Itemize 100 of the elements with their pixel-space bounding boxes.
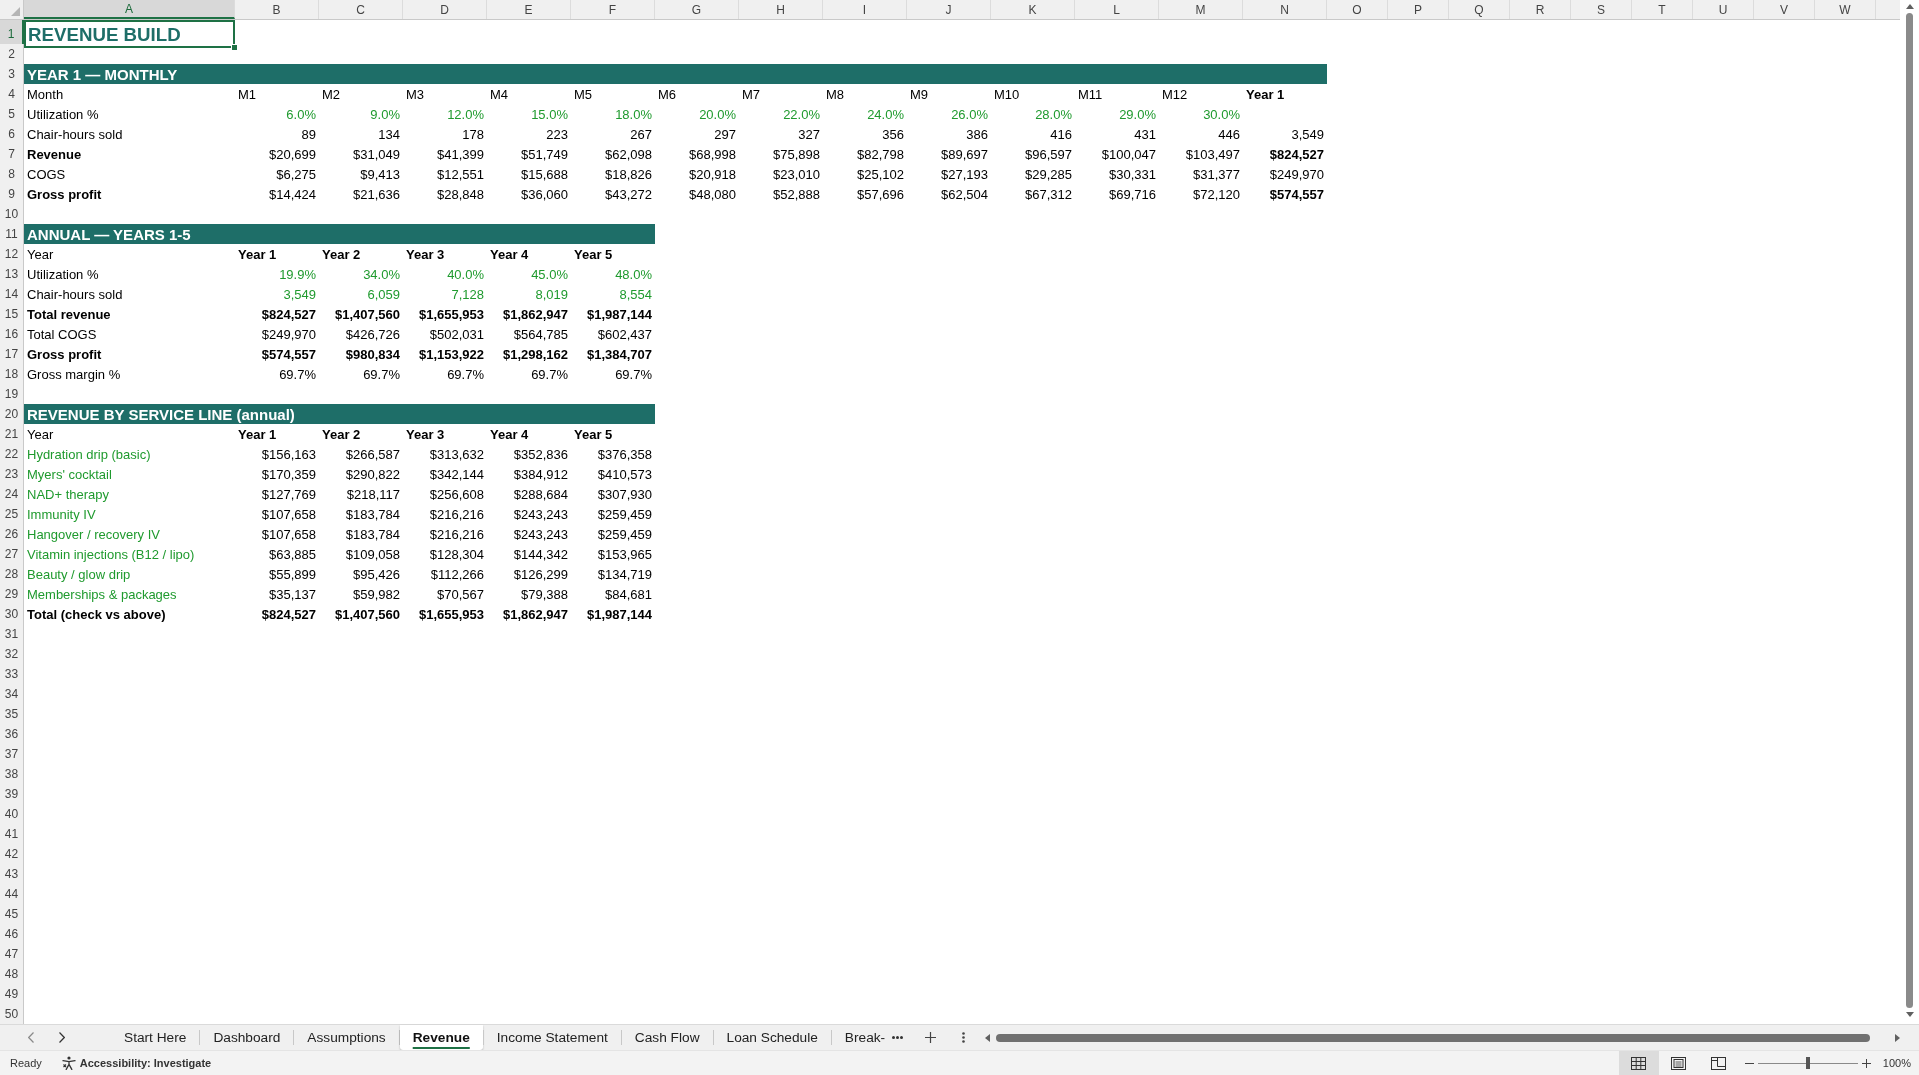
sheet-tab[interactable]: Dashboard xyxy=(200,1025,294,1050)
row-number[interactable]: 27 xyxy=(0,544,24,564)
row-number[interactable]: 8 xyxy=(0,164,24,184)
column-header[interactable]: P xyxy=(1388,0,1449,19)
plus-icon[interactable] xyxy=(1861,1058,1871,1068)
sheet-tab[interactable]: Income Statement xyxy=(483,1025,621,1050)
column-header[interactable]: E xyxy=(487,0,571,19)
data-value: $249,970 xyxy=(1269,166,1324,182)
sheet-tab[interactable]: Loan Schedule xyxy=(713,1025,831,1050)
row-number[interactable]: 33 xyxy=(0,664,24,684)
caret-right-icon[interactable] xyxy=(1895,1033,1900,1042)
column-header[interactable]: U xyxy=(1693,0,1754,19)
column-header[interactable]: A xyxy=(24,0,235,19)
row-number[interactable]: 32 xyxy=(0,644,24,664)
row-number[interactable]: 7 xyxy=(0,144,24,164)
sheet-tab[interactable]: Assumptions xyxy=(294,1025,399,1050)
sheet-tab[interactable]: Start Here xyxy=(111,1025,200,1050)
column-header[interactable]: T xyxy=(1632,0,1693,19)
caret-up-icon[interactable] xyxy=(1905,4,1914,9)
row-number[interactable]: 46 xyxy=(0,924,24,944)
data-value: $18,826 xyxy=(605,166,652,182)
row-number[interactable]: 48 xyxy=(0,964,24,984)
row-number[interactable]: 41 xyxy=(0,824,24,844)
sheet-tab[interactable]: Break- xyxy=(831,1025,889,1050)
column-header[interactable]: L xyxy=(1075,0,1159,19)
slider-thumb[interactable] xyxy=(1805,1057,1810,1069)
column-header[interactable]: N xyxy=(1243,0,1327,19)
column-header[interactable]: G xyxy=(655,0,739,19)
column-header[interactable]: H xyxy=(739,0,823,19)
row-number[interactable]: 45 xyxy=(0,904,24,924)
grid-icon xyxy=(1631,1056,1647,1070)
row-number[interactable]: 6 xyxy=(0,124,24,144)
column-header[interactable]: Q xyxy=(1449,0,1510,19)
row-number[interactable]: 22 xyxy=(0,444,24,464)
row-number[interactable]: 5 xyxy=(0,104,24,124)
row-number[interactable]: 11 xyxy=(0,224,24,244)
column-header[interactable]: C xyxy=(319,0,403,19)
row-number[interactable]: 21 xyxy=(0,424,24,444)
row-number[interactable]: 40 xyxy=(0,804,24,824)
row-number[interactable]: 50 xyxy=(0,1004,24,1024)
row-number[interactable]: 38 xyxy=(0,764,24,784)
scrollbar-thumb[interactable] xyxy=(996,1033,1870,1042)
row-number[interactable]: 9 xyxy=(0,184,24,204)
caret-left-icon[interactable] xyxy=(985,1033,990,1042)
row-number[interactable]: 20 xyxy=(0,404,24,424)
view-button[interactable] xyxy=(1618,1051,1659,1075)
row-number[interactable]: 49 xyxy=(0,984,24,1004)
chevron-right-icon[interactable] xyxy=(59,1032,65,1043)
row-number[interactable]: 12 xyxy=(0,244,24,264)
row-number[interactable]: 17 xyxy=(0,344,24,364)
row-number[interactable]: 35 xyxy=(0,704,24,724)
row-number[interactable]: 23 xyxy=(0,464,24,484)
row-number[interactable]: 34 xyxy=(0,684,24,704)
row-number[interactable]: 44 xyxy=(0,884,24,904)
sheet-tab[interactable]: Cash Flow xyxy=(621,1025,713,1050)
caret-down-icon[interactable] xyxy=(1905,1012,1914,1017)
vertical-ellipsis-icon[interactable] xyxy=(962,1032,966,1043)
accessibility-button[interactable]: Accessibility: Investigate xyxy=(61,1056,212,1070)
row-number[interactable]: 2 xyxy=(0,44,24,64)
chevron-left-icon[interactable] xyxy=(28,1032,34,1043)
column-header[interactable]: R xyxy=(1510,0,1571,19)
row-number[interactable]: 28 xyxy=(0,564,24,584)
column-header[interactable]: K xyxy=(991,0,1075,19)
row-number[interactable]: 4 xyxy=(0,84,24,104)
column-header[interactable]: M xyxy=(1159,0,1243,19)
column-header[interactable]: O xyxy=(1327,0,1388,19)
row-number[interactable]: 31 xyxy=(0,624,24,644)
zoom-percent[interactable]: 100% xyxy=(1882,1057,1911,1069)
row-number[interactable]: 43 xyxy=(0,864,24,884)
row-number[interactable]: 30 xyxy=(0,604,24,624)
column-header[interactable]: J xyxy=(907,0,991,19)
row-number[interactable]: 24 xyxy=(0,484,24,504)
ellipsis-icon[interactable] xyxy=(892,1036,904,1039)
row-number[interactable]: 25 xyxy=(0,504,24,524)
row-number[interactable]: 18 xyxy=(0,364,24,384)
row-number[interactable]: 16 xyxy=(0,324,24,344)
column-header[interactable]: F xyxy=(571,0,655,19)
plus-icon[interactable] xyxy=(925,1032,937,1043)
row-number[interactable]: 26 xyxy=(0,524,24,544)
minus-icon[interactable] xyxy=(1744,1062,1754,1064)
row-number[interactable]: 14 xyxy=(0,284,24,304)
row-number[interactable]: 29 xyxy=(0,584,24,604)
column-header[interactable]: V xyxy=(1754,0,1815,19)
row-number[interactable]: 3 xyxy=(0,64,24,84)
column-header[interactable]: S xyxy=(1571,0,1632,19)
column-header[interactable]: D xyxy=(403,0,487,19)
sheet-tab[interactable]: Revenue xyxy=(399,1025,483,1050)
row-number[interactable]: 39 xyxy=(0,784,24,804)
row-number[interactable]: 47 xyxy=(0,944,24,964)
row-number[interactable]: 36 xyxy=(0,724,24,744)
row-number[interactable]: 15 xyxy=(0,304,24,324)
row-number[interactable]: 13 xyxy=(0,264,24,284)
row-number[interactable]: 37 xyxy=(0,744,24,764)
column-header[interactable]: I xyxy=(823,0,907,19)
row-number[interactable]: 10 xyxy=(0,204,24,224)
row-number[interactable]: 19 xyxy=(0,384,24,404)
scrollbar-thumb[interactable] xyxy=(1906,13,1913,1008)
fill-handle-icon[interactable] xyxy=(231,44,238,51)
column-header[interactable]: B xyxy=(235,0,319,19)
row-number[interactable]: 42 xyxy=(0,844,24,864)
